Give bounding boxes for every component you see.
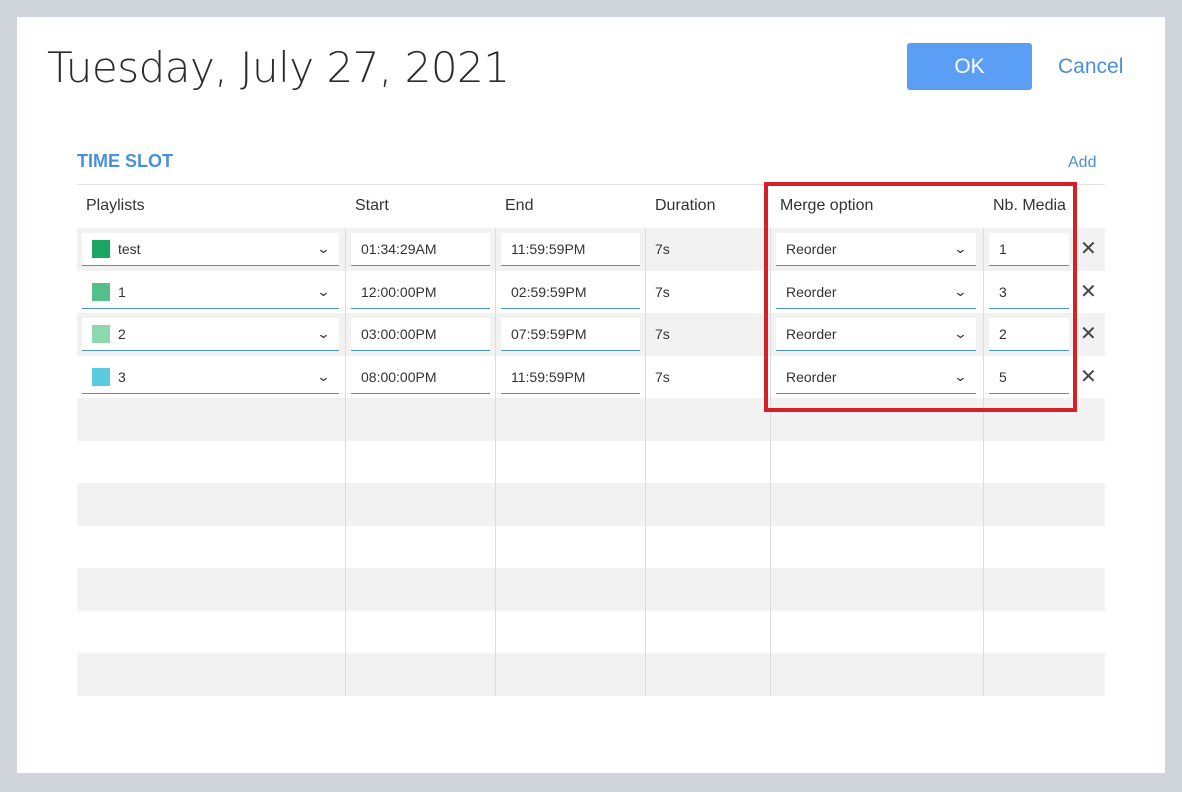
chevron-down-icon: ⌄ [316,241,331,256]
table-row [77,611,1105,654]
column-divider [983,228,984,696]
playlist-select[interactable]: 1 ⌄ [82,275,339,309]
chevron-down-icon: ⌄ [953,326,968,341]
table-row: 2 ⌄ 03:00:00PM 07:59:59PM 7s Reorder ⌄ 2 ✕ [77,313,1105,356]
playlist-select[interactable]: test ⌄ [82,233,339,266]
playlist-color-swatch [92,367,110,386]
end-time-input[interactable]: 11:59:59PM [501,360,640,394]
duration-value: 7s [655,326,670,342]
column-header-merge-option: Merge option [780,197,874,214]
merge-option-value: Reorder [786,283,837,300]
table-row [77,526,1105,569]
playlist-name: 1 [118,283,126,300]
close-icon[interactable]: ✕ [1080,279,1097,304]
merge-option-value: Reorder [786,326,837,342]
playlist-name: 3 [118,368,126,385]
column-divider [770,228,771,696]
playlist-select[interactable]: 2 ⌄ [82,318,339,351]
table-row: 3 ⌄ 08:00:00PM 11:59:59PM 7s Reorder ⌄ 5 ✕ [77,356,1105,399]
nb-media-input[interactable]: 1 [989,233,1069,266]
table-row: 1 ⌄ 12:00:00PM 02:59:59PM 7s Reorder ⌄ 3 ✕ [77,271,1105,314]
section-title: TIME SLOT [77,151,173,171]
chevron-down-icon: ⌄ [316,326,331,341]
chevron-down-icon: ⌄ [953,241,968,256]
table-row: test ⌄ 01:34:29AM 11:59:59PM 7s Reorder ⌄ 1 ✕ [77,228,1105,271]
nb-media-input[interactable]: 3 [989,275,1069,309]
column-divider [495,228,496,696]
playlist-select[interactable]: 3 ⌄ [82,360,339,394]
merge-option-value: Reorder [786,241,837,257]
chevron-down-icon: ⌄ [953,368,968,384]
dialog-title: Tuesday, July 27, 2021 [47,43,510,92]
table-row [77,398,1105,441]
duration-value: 7s [655,368,670,385]
end-time-input[interactable]: 11:59:59PM [501,233,640,266]
time-slot-table: Playlists Start End Duration Merge optio… [77,185,1105,696]
schedule-dialog: Tuesday, July 27, 2021 OK Cancel TIME SL… [17,17,1165,773]
close-icon[interactable]: ✕ [1080,236,1097,261]
table-row [77,568,1105,611]
table-header: Playlists Start End Duration Merge optio… [77,185,1105,228]
add-link[interactable]: Add [1068,154,1096,172]
duration-value: 7s [655,283,670,300]
ok-button[interactable]: OK [907,43,1032,90]
chevron-down-icon: ⌄ [316,368,331,384]
playlist-color-swatch [92,325,110,343]
close-icon[interactable]: ✕ [1080,364,1097,389]
merge-option-select[interactable]: Reorder ⌄ [776,275,976,309]
merge-option-value: Reorder [786,368,837,385]
chevron-down-icon: ⌄ [316,283,331,299]
playlist-name: test [118,241,141,257]
chevron-down-icon: ⌄ [953,283,968,299]
table-row [77,483,1105,526]
column-divider [345,228,346,696]
column-header-end: End [505,197,534,214]
column-divider [645,228,646,696]
column-header-duration: Duration [655,197,716,214]
cancel-link[interactable]: Cancel [1058,55,1123,79]
playlist-color-swatch [92,240,110,258]
table-row [77,441,1105,484]
playlist-color-swatch [92,282,110,301]
merge-option-select[interactable]: Reorder ⌄ [776,360,976,394]
column-header-playlists: Playlists [86,197,145,214]
table-row [77,653,1105,696]
column-header-nb-media: Nb. Media [993,197,1066,214]
start-time-input[interactable]: 01:34:29AM [351,233,490,266]
column-header-start: Start [355,197,389,214]
merge-option-select[interactable]: Reorder ⌄ [776,233,976,266]
end-time-input[interactable]: 07:59:59PM [501,318,640,351]
nb-media-input[interactable]: 2 [989,318,1069,351]
playlist-name: 2 [118,326,126,342]
start-time-input[interactable]: 08:00:00PM [351,360,490,394]
end-time-input[interactable]: 02:59:59PM [501,275,640,309]
start-time-input[interactable]: 03:00:00PM [351,318,490,351]
start-time-input[interactable]: 12:00:00PM [351,275,490,309]
duration-value: 7s [655,241,670,257]
merge-option-select[interactable]: Reorder ⌄ [776,318,976,351]
nb-media-input[interactable]: 5 [989,360,1069,394]
close-icon[interactable]: ✕ [1080,321,1097,346]
